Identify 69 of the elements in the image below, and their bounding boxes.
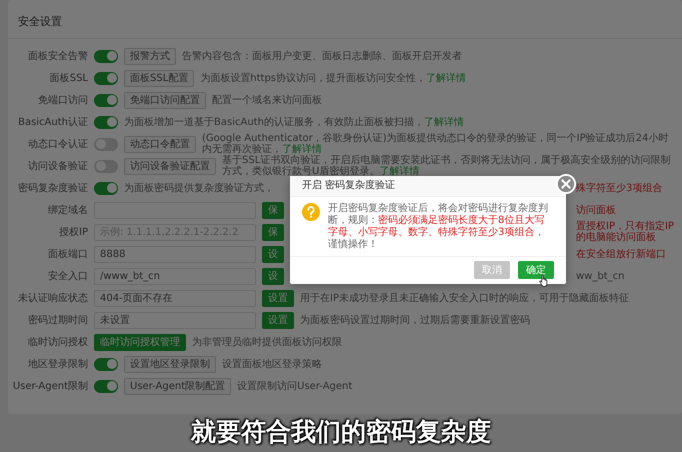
save-button[interactable]: 保 <box>262 202 284 218</box>
dialog-message: 开启密码复杂度验证后，将会对密码进行复杂度判断，规则：密码必须满足密码长度大于8位且大写字母、小写字母、数字、特殊字符至少3项组合，谨慎操作！ <box>328 203 549 251</box>
config-button[interactable]: User-Agent限制配置 <box>124 378 232 394</box>
save-button[interactable]: 设 <box>262 268 284 284</box>
dialog-title: 开启 密码复杂度验证 <box>290 176 566 197</box>
video-subtitle: 就要符合我们的密码复杂度 <box>190 416 492 448</box>
manage-button[interactable]: 临时访问授权管理 <box>94 334 186 350</box>
question-icon <box>302 203 320 221</box>
config-button[interactable]: 报警方式 <box>124 48 176 64</box>
setting-description: 访问面板 <box>576 204 617 216</box>
setting-label: User-Agent限制 <box>12 380 88 393</box>
setting-label: 面板安全告警 <box>27 50 88 63</box>
save-button[interactable]: 设置 <box>262 290 294 306</box>
setting-description: 为非管理员临时提供面板访问权限 <box>192 336 342 348</box>
setting-description: (Google Authenticator，谷歌身份认证)为面板提供动态口令的登录的验证，同一个IP验证成功后24小时内无需再次验证，了解详情 <box>202 133 668 155</box>
learn-more-link[interactable]: 了解详情 <box>424 116 464 128</box>
input-field[interactable]: /www_bt_cn <box>94 268 256 284</box>
toggle-switch[interactable] <box>94 380 118 392</box>
setting-label: 免端口访问 <box>37 94 88 107</box>
input-field[interactable]: 404-页面不存在 <box>94 290 256 306</box>
setting-label: 绑定域名 <box>47 204 88 217</box>
save-button[interactable]: 保 <box>262 224 284 240</box>
setting-description: 为面板密码提供复杂度验证方式， <box>124 182 274 194</box>
setting-label: 面板SSL <box>48 72 88 85</box>
setting-label: 地区登录限制 <box>27 358 88 371</box>
setting-description: 为面板增加一道基于BasicAuth的认证服务，有效防止面板被扫描，了解详情 <box>124 116 464 128</box>
setting-label: BasicAuth认证 <box>17 116 88 129</box>
setting-label: 授权IP <box>58 226 88 239</box>
setting-description: 为面板设置https协议访问，提升面板访问安全性，了解详情 <box>200 72 466 84</box>
setting-label: 密码复杂度验证 <box>17 182 88 195</box>
toggle-switch[interactable] <box>94 50 118 62</box>
setting-description: 在安全组放行新端口 <box>576 248 667 260</box>
setting-description: 设置面板地区登录策略 <box>222 358 322 370</box>
setting-label: 密码过期时间 <box>27 314 88 327</box>
confirm-button[interactable]: 确定 <box>518 261 554 279</box>
setting-description: ww_bt_cn <box>576 270 626 282</box>
config-button[interactable]: 免端口访问配置 <box>124 92 206 108</box>
learn-more-link[interactable]: 了解详情 <box>282 144 322 155</box>
setting-description: 告警内容包含：面板用户变更、面板日志删除、面板开启开发者 <box>182 50 462 62</box>
toggle-switch[interactable] <box>94 358 118 370</box>
config-button[interactable]: 面板SSL配置 <box>124 70 194 86</box>
setting-description: 为面板密码设置过期时间，过期后需要重新设置密码 <box>300 314 530 326</box>
setting-description: 置授权IP，只有指定IP的电脑能访问面板 <box>576 221 675 243</box>
input-field[interactable]: 8888 <box>94 246 256 262</box>
setting-label: 未认证响应状态 <box>17 292 88 305</box>
setting-label: 面板端口 <box>47 248 88 261</box>
cancel-button[interactable]: 取消 <box>474 261 510 279</box>
learn-more-link[interactable]: 了解详情 <box>379 166 420 177</box>
setting-description: 配置一个域名来访问面板 <box>212 94 322 106</box>
setting-label: 临时访问授权 <box>27 336 88 349</box>
setting-label: 动态口令认证 <box>27 138 88 151</box>
config-button[interactable]: 设置地区登录限制 <box>124 356 216 372</box>
input-field[interactable]: 未设置 <box>94 312 256 328</box>
panel-title: 安全设置 <box>8 0 682 39</box>
setting-description: 用于在IP未成功登录且未正确输入安全入口时的响应，可用于隐藏面板特征 <box>300 292 629 304</box>
save-button[interactable]: 设 <box>262 246 284 262</box>
config-button[interactable]: 动态口令配置 <box>124 136 196 152</box>
learn-more-link[interactable]: 了解详情 <box>426 72 466 84</box>
config-button[interactable]: 访问设备验证配置 <box>124 158 216 174</box>
toggle-switch[interactable] <box>94 94 118 106</box>
setting-description: 设置限制访问User-Agent <box>237 380 352 392</box>
setting-label: 安全入口 <box>47 270 88 283</box>
setting-label: 访问设备验证 <box>27 160 88 173</box>
setting-description: 基于SSL证书双向验证，开启后电脑需要安装此证书，否则将无法访问，属于极高安全级别的访问限制方式，类似银行款号U盾密钥登录。了解详情 <box>222 155 672 177</box>
save-button[interactable]: 设置 <box>262 312 294 328</box>
toggle-switch[interactable] <box>94 72 118 84</box>
toggle-switch[interactable] <box>94 116 118 128</box>
toggle-switch[interactable] <box>94 182 118 194</box>
setting-description: 殊字符至少3项组合 <box>576 182 664 194</box>
